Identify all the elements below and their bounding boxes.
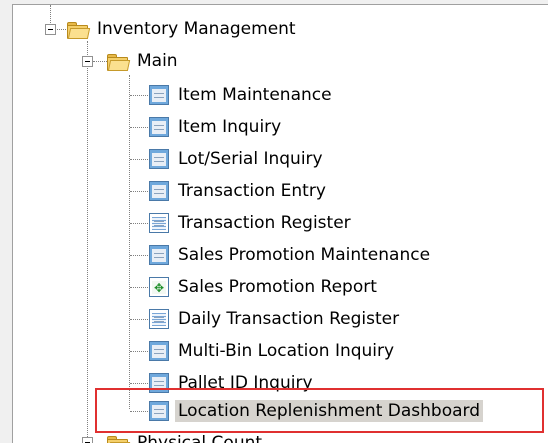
tree-node-label: Main <box>137 51 178 71</box>
tree-item-label: Sales Promotion Report <box>178 277 377 297</box>
tree-connector-item-h <box>130 127 148 128</box>
tree-item-transaction-register[interactable]: Transaction Register <box>149 211 354 235</box>
tree-connector-item-h <box>130 287 148 288</box>
tree-item-sales-promotion-report[interactable]: ✥ Sales Promotion Report <box>149 275 380 299</box>
tree-item-item-inquiry[interactable]: Item Inquiry <box>149 115 284 139</box>
program-icon <box>149 149 169 169</box>
tree-item-label: Sales Promotion Maintenance <box>178 245 431 265</box>
report-icon: ✥ <box>149 277 169 297</box>
tree-connector-item-h <box>130 191 148 192</box>
tree-item-multi-bin-location-inquiry[interactable]: Multi-Bin Location Inquiry <box>149 339 397 363</box>
program-icon <box>149 181 169 201</box>
tree-connector-main <box>87 41 88 443</box>
tree-node-label: Inventory Management <box>97 19 296 39</box>
folder-icon <box>106 53 131 71</box>
tree-connector-item-h <box>130 223 148 224</box>
tree-item-sales-promotion-maintenance[interactable]: Sales Promotion Maintenance <box>149 243 433 267</box>
register-icon <box>149 213 169 233</box>
tree-item-item-maintenance[interactable]: Item Maintenance <box>149 83 335 107</box>
tree-connector-item-h <box>130 351 148 352</box>
tree-node-label: Physical Count <box>137 433 263 443</box>
tree-item-location-replenishment-dashboard[interactable]: Location Replenishment Dashboard <box>149 399 484 423</box>
tree-node-inventory-management[interactable]: Inventory Management <box>66 17 299 41</box>
tree-item-label: Item Inquiry <box>178 117 282 137</box>
tree-connector-item-h <box>130 159 148 160</box>
tree-item-transaction-entry[interactable]: Transaction Entry <box>149 179 329 203</box>
tree-connector-item-h <box>130 383 148 384</box>
program-icon <box>149 401 169 421</box>
program-icon <box>149 245 169 265</box>
tree-item-label: Transaction Register <box>178 213 351 233</box>
tree-item-label: Item Maintenance <box>178 85 332 105</box>
tree-connector-items <box>129 75 130 409</box>
tree-connector-item-h <box>130 95 148 96</box>
tree-item-label: Multi-Bin Location Inquiry <box>178 341 395 361</box>
tree-item-label: Location Replenishment Dashboard <box>175 400 484 422</box>
tree-item-label: Pallet ID Inquiry <box>178 373 313 393</box>
tree-connector-root-h <box>57 29 66 30</box>
program-icon <box>149 341 169 361</box>
tree-connector-item-h <box>130 255 148 256</box>
tree-item-lot-serial-inquiry[interactable]: Lot/Serial Inquiry <box>149 147 326 171</box>
menu-tree: Inventory Management Main Item Maintenan… <box>13 5 548 443</box>
tree-connector-item-h <box>130 411 148 412</box>
tree-node-main[interactable]: Main <box>106 49 181 73</box>
folder-icon <box>106 435 131 443</box>
tree-item-label: Lot/Serial Inquiry <box>178 149 323 169</box>
program-icon <box>149 117 169 137</box>
tree-item-label: Transaction Entry <box>178 181 326 201</box>
program-icon <box>149 373 169 393</box>
expander-inventory-management[interactable] <box>45 24 56 35</box>
tree-connector-main-h <box>93 61 107 62</box>
folder-icon <box>66 21 91 39</box>
tree-item-daily-transaction-register[interactable]: Daily Transaction Register <box>149 307 402 331</box>
tree-item-label: Daily Transaction Register <box>178 309 400 329</box>
window-frame-left <box>0 0 13 443</box>
expander-physical-count[interactable] <box>82 437 93 443</box>
program-icon <box>149 85 169 105</box>
expander-main[interactable] <box>82 56 93 67</box>
tree-connector-root <box>50 5 51 23</box>
register-icon <box>149 309 169 329</box>
tree-item-pallet-id-inquiry[interactable]: Pallet ID Inquiry <box>149 371 316 395</box>
tree-connector-item-h <box>130 319 148 320</box>
tree-node-physical-count[interactable]: Physical Count <box>106 431 265 443</box>
